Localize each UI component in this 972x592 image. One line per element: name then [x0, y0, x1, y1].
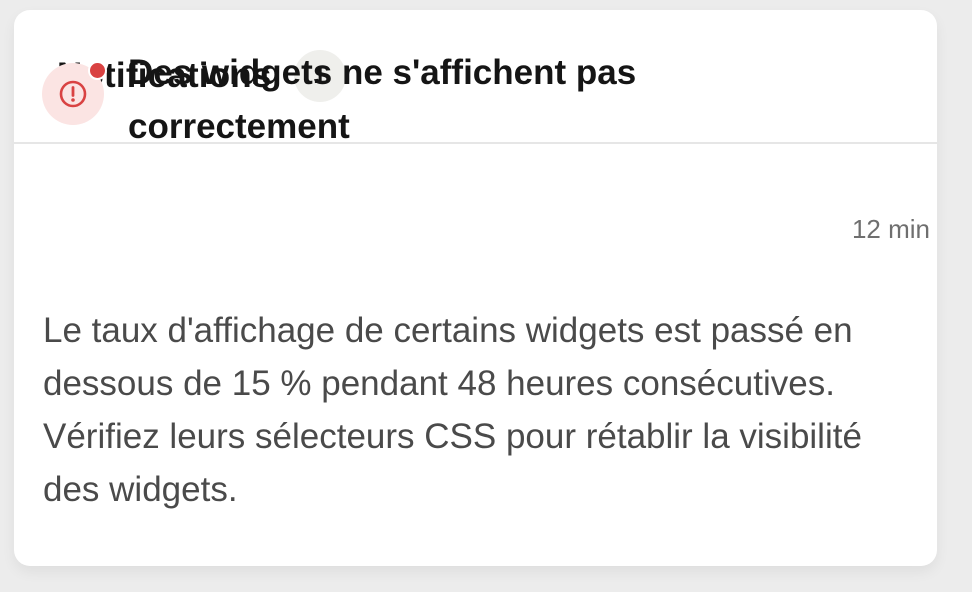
notification-time: 12 min: [851, 214, 930, 244]
unread-dot: [88, 61, 107, 80]
notification-title: Des widgets ne s'affichent pas correctem…: [128, 53, 637, 146]
notification-body: Le taux d'affichage de certains widgets …: [43, 311, 862, 509]
